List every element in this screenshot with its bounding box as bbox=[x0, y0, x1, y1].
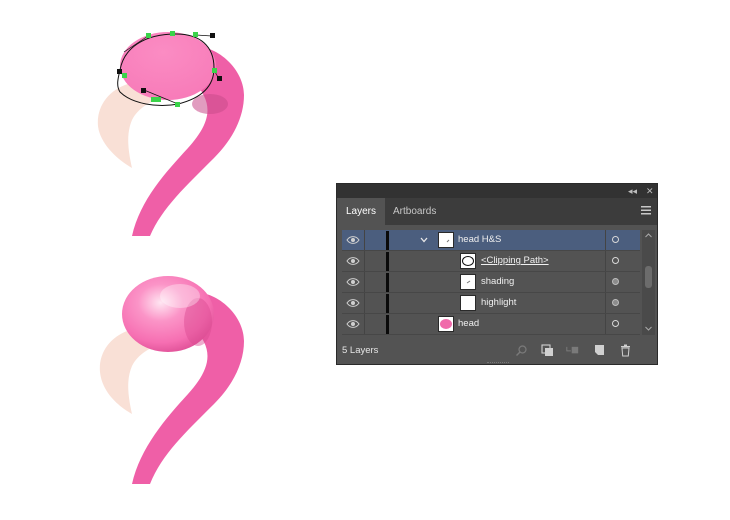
layers-list: head H&S <Clipping Path> shading highlig… bbox=[342, 230, 642, 335]
visibility-eye-icon[interactable] bbox=[346, 298, 360, 308]
head-highlight-bottom bbox=[160, 284, 200, 308]
layer-name[interactable]: <Clipping Path> bbox=[481, 251, 549, 271]
divider bbox=[364, 272, 365, 292]
chevron-down-icon[interactable] bbox=[420, 236, 428, 244]
head-top bbox=[120, 32, 216, 100]
scrollbar[interactable] bbox=[642, 230, 655, 335]
layer-thumbnail bbox=[460, 295, 476, 311]
make-clipping-mask-icon[interactable] bbox=[541, 344, 554, 357]
target-circle-icon[interactable] bbox=[612, 299, 619, 306]
visibility-eye-icon[interactable] bbox=[346, 256, 360, 266]
panel-resize-grip[interactable] bbox=[487, 362, 509, 365]
visibility-eye-icon[interactable] bbox=[346, 319, 360, 329]
layers-panel: ◂◂ ✕ Layers Artboards head H&S <Clipping… bbox=[336, 183, 658, 365]
divider bbox=[364, 314, 365, 334]
layer-name[interactable]: head bbox=[458, 314, 479, 334]
target-circle-icon[interactable] bbox=[612, 257, 619, 264]
close-icon[interactable]: ✕ bbox=[646, 184, 654, 198]
target-circle-icon[interactable] bbox=[612, 320, 619, 327]
layer-thumbnail bbox=[438, 232, 454, 248]
layer-row-shading[interactable]: shading bbox=[342, 272, 640, 293]
flamingo-bottom bbox=[99, 276, 244, 484]
divider bbox=[605, 230, 606, 250]
layer-color-bar bbox=[386, 294, 389, 313]
new-sublayer-icon[interactable] bbox=[566, 344, 579, 357]
divider bbox=[605, 272, 606, 292]
divider bbox=[364, 293, 365, 313]
layer-color-bar bbox=[386, 273, 389, 292]
visibility-eye-icon[interactable] bbox=[346, 235, 360, 245]
layer-thumbnail bbox=[460, 253, 476, 269]
locate-object-icon[interactable] bbox=[515, 344, 528, 357]
flamingo-top bbox=[97, 31, 244, 236]
panel-menu-icon[interactable] bbox=[641, 206, 651, 215]
scrollbar-thumb[interactable] bbox=[645, 266, 652, 288]
panel-titlebar[interactable]: ◂◂ ✕ bbox=[337, 184, 657, 198]
target-circle-icon[interactable] bbox=[612, 278, 619, 285]
layer-thumbnail bbox=[438, 316, 454, 332]
layer-name[interactable]: highlight bbox=[481, 293, 516, 313]
divider bbox=[605, 314, 606, 334]
divider bbox=[605, 251, 606, 271]
scroll-up-icon[interactable] bbox=[645, 233, 652, 238]
divider bbox=[605, 293, 606, 313]
layer-name[interactable]: shading bbox=[481, 272, 514, 292]
neck-shadow-top bbox=[192, 94, 228, 114]
divider bbox=[364, 251, 365, 271]
layer-thumbnail bbox=[460, 274, 476, 290]
target-circle-icon[interactable] bbox=[612, 236, 619, 243]
panel-tabs: Layers Artboards bbox=[337, 198, 657, 225]
layer-color-bar bbox=[386, 231, 389, 250]
divider bbox=[364, 230, 365, 250]
collapse-icon[interactable]: ◂◂ bbox=[628, 184, 637, 198]
trash-icon[interactable] bbox=[619, 344, 632, 357]
scroll-down-icon[interactable] bbox=[645, 326, 652, 331]
visibility-eye-icon[interactable] bbox=[346, 277, 360, 287]
new-layer-icon[interactable] bbox=[593, 344, 606, 357]
layer-color-bar bbox=[386, 252, 389, 271]
layer-row-highlight[interactable]: highlight bbox=[342, 293, 640, 314]
layer-row-head[interactable]: head bbox=[342, 314, 640, 335]
panel-footer: 5 Layers bbox=[337, 338, 657, 364]
tab-artboards[interactable]: Artboards bbox=[384, 198, 445, 225]
layer-row-clipping-path[interactable]: <Clipping Path> bbox=[342, 251, 640, 272]
layer-row-head-hs[interactable]: head H&S bbox=[342, 230, 640, 251]
layer-count: 5 Layers bbox=[342, 345, 379, 356]
layer-color-bar bbox=[386, 315, 389, 334]
layer-name[interactable]: head H&S bbox=[458, 230, 501, 250]
tab-layers[interactable]: Layers bbox=[337, 198, 386, 225]
